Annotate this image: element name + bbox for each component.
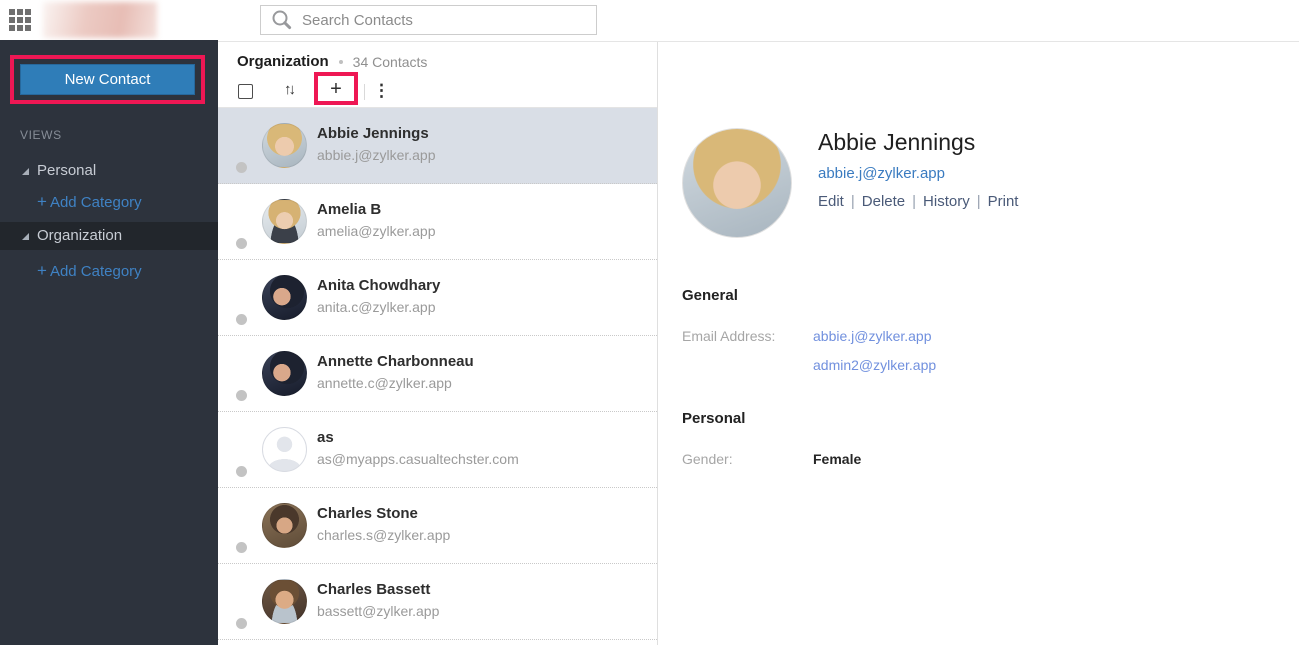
contact-name: Amelia B (317, 201, 381, 218)
annotation-box-add-contact: + (314, 72, 358, 105)
add-category-label: Add Category (50, 263, 142, 280)
section-title: General (682, 287, 1242, 304)
collapse-arrow-icon (22, 168, 29, 175)
search-input[interactable] (302, 12, 596, 29)
field-email-address: Email Address: abbie.j@zylker.app admin2… (682, 328, 1242, 373)
contact-email: annette.c@zylker.app (317, 375, 452, 391)
search-icon (271, 9, 293, 31)
contact-email: anita.c@zylker.app (317, 299, 436, 315)
contact-detail-pane: Abbie Jennings abbie.j@zylker.app Edit | D… (659, 42, 1299, 645)
add-category-label: Add Category (50, 194, 142, 211)
views-label: VIEWS (20, 128, 62, 142)
more-options-icon[interactable]: ⋮ (373, 81, 390, 101)
detail-actions: Edit | Delete | History | Print (818, 193, 1018, 210)
search-contacts-box[interactable] (260, 5, 597, 35)
action-separator: | (851, 193, 855, 210)
contact-name: Anita Chowdhary (317, 277, 440, 294)
contact-avatar (262, 579, 307, 624)
app-launcher-icon[interactable] (9, 9, 31, 31)
contact-photo (682, 128, 792, 238)
app-logo (43, 2, 157, 38)
list-toolbar: ↑↓ + ⋮ (218, 78, 657, 108)
status-dot (236, 238, 247, 249)
list-header: Organization 34 Contacts (237, 53, 427, 70)
contact-name: Charles Stone (317, 505, 418, 522)
contact-row[interactable]: Charles Stone charles.s@zylker.app (218, 488, 657, 564)
select-all-checkbox[interactable] (238, 84, 253, 99)
action-separator: | (912, 193, 916, 210)
contact-row[interactable]: Amelia B amelia@zylker.app (218, 184, 657, 260)
sidebar-item-personal[interactable]: Personal (0, 157, 218, 185)
contact-avatar-placeholder (262, 427, 307, 472)
contact-avatar (262, 351, 307, 396)
contact-avatar (262, 123, 307, 168)
sidebar-item-label: Organization (37, 227, 122, 244)
contact-row[interactable]: Charles Bassett bassett@zylker.app (218, 564, 657, 640)
section-personal: Personal Gender: Female (682, 410, 1242, 467)
contact-name: Abbie Jennings (317, 125, 429, 142)
edit-link[interactable]: Edit (818, 193, 844, 210)
contact-avatar (262, 503, 307, 548)
contact-rows: Abbie Jennings abbie.j@zylker.app Amelia… (218, 108, 657, 645)
plus-icon: + (37, 261, 47, 280)
contact-avatar (262, 199, 307, 244)
action-separator: | (977, 193, 981, 210)
sort-icon[interactable]: ↑↓ (284, 81, 296, 98)
add-category-link-personal[interactable]: +Add Category (37, 192, 142, 212)
history-link[interactable]: History (923, 193, 970, 210)
status-dot (236, 618, 247, 629)
status-dot (236, 314, 247, 325)
new-contact-button[interactable]: New Contact (20, 64, 195, 95)
detail-contact-name: Abbie Jennings (818, 129, 975, 156)
section-title: Personal (682, 410, 1242, 427)
sidebar-item-organization[interactable]: Organization (0, 222, 218, 250)
status-dot (236, 162, 247, 173)
contact-name: Charles Bassett (317, 581, 430, 598)
field-label: Gender: (682, 451, 813, 467)
add-category-link-organization[interactable]: +Add Category (37, 261, 142, 281)
list-title: Organization (237, 53, 329, 70)
detail-email-link[interactable]: abbie.j@zylker.app (818, 165, 945, 182)
topbar (0, 0, 1299, 42)
email-value-link[interactable]: abbie.j@zylker.app (813, 328, 936, 344)
field-label: Email Address: (682, 328, 813, 373)
contact-row[interactable]: Abbie Jennings abbie.j@zylker.app (218, 108, 657, 184)
section-general: General Email Address: abbie.j@zylker.ap… (682, 287, 1242, 373)
contact-list-pane: Organization 34 Contacts ↑↓ + ⋮ Abbie Je… (218, 42, 658, 645)
annotation-box-new-contact: New Contact (10, 55, 205, 104)
status-dot (236, 542, 247, 553)
add-contact-button[interactable]: + (330, 79, 342, 99)
contact-count: 34 Contacts (353, 54, 428, 70)
contact-name: as (317, 429, 334, 446)
field-gender: Gender: Female (682, 451, 1242, 467)
delete-link[interactable]: Delete (862, 193, 905, 210)
status-dot (236, 466, 247, 477)
contact-email: bassett@zylker.app (317, 603, 439, 619)
contact-row[interactable]: Anita Chowdhary anita.c@zylker.app (218, 260, 657, 336)
status-dot (236, 390, 247, 401)
print-link[interactable]: Print (988, 193, 1019, 210)
gender-value: Female (813, 451, 861, 467)
contact-email: abbie.j@zylker.app (317, 147, 436, 163)
contact-avatar (262, 275, 307, 320)
contact-row[interactable]: Annette Charbonneau annette.c@zylker.app (218, 336, 657, 412)
contact-email: charles.s@zylker.app (317, 527, 450, 543)
contact-name: Annette Charbonneau (317, 353, 474, 370)
sidebar-item-label: Personal (37, 162, 96, 179)
collapse-arrow-icon (22, 233, 29, 240)
plus-icon: + (37, 192, 47, 211)
toolbar-divider (364, 84, 365, 100)
sidebar: New Contact VIEWS Personal +Add Category… (0, 40, 218, 645)
dot-separator (339, 60, 343, 64)
email-value-link[interactable]: admin2@zylker.app (813, 357, 936, 373)
contact-email: amelia@zylker.app (317, 223, 436, 239)
contact-row[interactable]: as as@myapps.casualtechster.com (218, 412, 657, 488)
contact-email: as@myapps.casualtechster.com (317, 451, 519, 467)
